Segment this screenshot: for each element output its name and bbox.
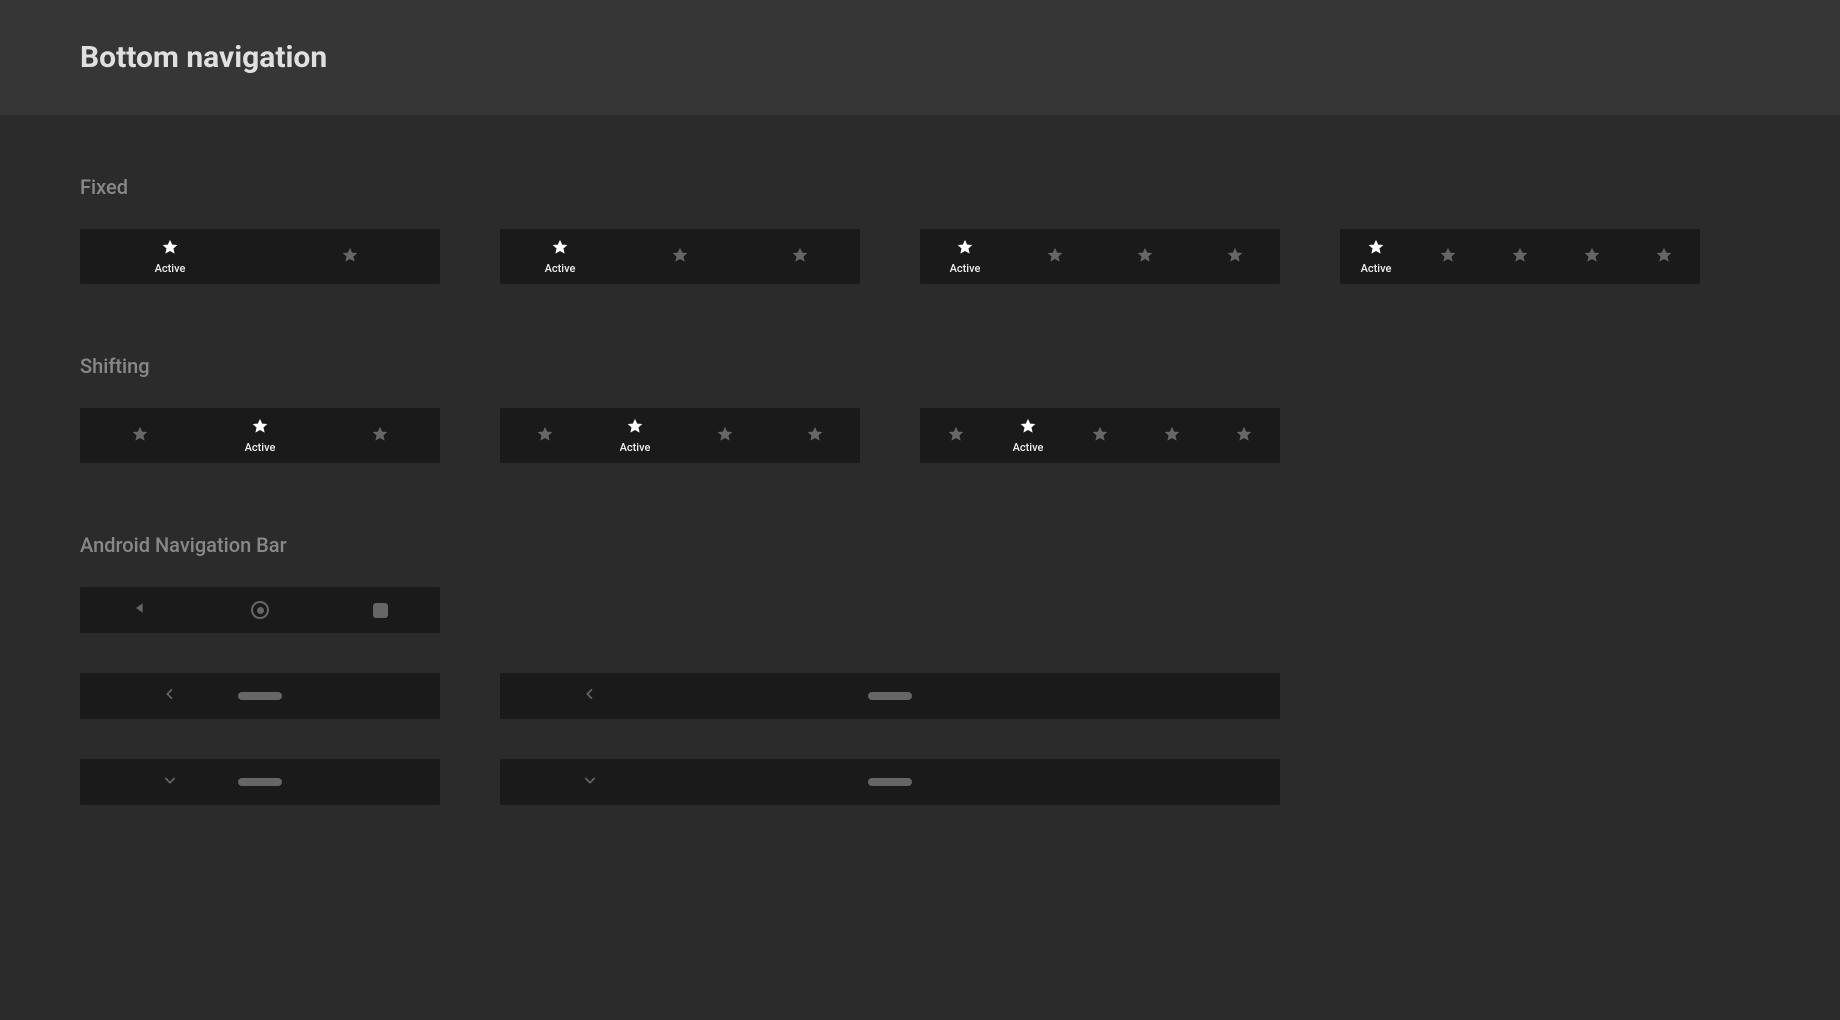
bottom-nav-fixed-2: Active [80, 229, 440, 284]
star-icon [341, 246, 359, 268]
nav-item-active[interactable]: Active [500, 238, 620, 275]
nav-item[interactable] [80, 425, 200, 447]
nav-item[interactable] [1136, 425, 1208, 447]
bottom-nav-fixed-5: Active [1340, 229, 1700, 284]
star-icon [536, 425, 554, 447]
star-icon [1136, 246, 1154, 268]
nav-item-label: Active [155, 262, 186, 275]
nav-item-active[interactable]: Active [200, 417, 320, 454]
star-icon [1583, 246, 1601, 268]
android-row-3button [80, 587, 1760, 633]
nav-item[interactable] [320, 425, 440, 447]
nav-item[interactable] [620, 246, 740, 268]
chevron-down-icon [582, 772, 598, 792]
android-nav-bar-gesture-down-small [80, 759, 440, 805]
star-icon [1046, 246, 1064, 268]
star-icon [1511, 246, 1529, 268]
nav-item[interactable] [1190, 246, 1280, 268]
nav-item-label: Active [1361, 262, 1392, 275]
star-icon [1367, 238, 1385, 260]
nav-item[interactable] [1100, 246, 1190, 268]
star-icon [806, 425, 824, 447]
chevron-left-icon [582, 686, 598, 706]
star-icon [626, 417, 644, 439]
star-icon [671, 246, 689, 268]
page-title: Bottom navigation [80, 40, 1840, 75]
nav-pill-icon[interactable] [868, 778, 912, 786]
star-icon [371, 425, 389, 447]
android-row-gesture-left [80, 673, 1760, 719]
bottom-nav-shifting-3: Active [80, 408, 440, 463]
star-icon [1163, 425, 1181, 447]
section-label-shifting: Shifting [80, 354, 1760, 378]
star-icon [1235, 425, 1253, 447]
fixed-row: Active Active Active [80, 229, 1760, 284]
nav-item-active[interactable]: Active [992, 417, 1064, 454]
nav-item-active[interactable]: Active [590, 417, 680, 454]
star-icon [1019, 417, 1037, 439]
nav-back-button[interactable] [80, 600, 200, 620]
content-area: Fixed Active Active [0, 115, 1840, 905]
chevron-down-icon [162, 772, 178, 792]
nav-item[interactable] [1556, 246, 1628, 268]
nav-item-active[interactable]: Active [920, 238, 1010, 275]
star-icon [791, 246, 809, 268]
star-icon [551, 238, 569, 260]
section-label-android: Android Navigation Bar [80, 533, 1760, 557]
nav-pill-icon[interactable] [868, 692, 912, 700]
android-nav-bar-gesture-down-large [500, 759, 1280, 805]
bottom-nav-fixed-3: Active [500, 229, 860, 284]
star-icon [947, 425, 965, 447]
nav-item[interactable] [1484, 246, 1556, 268]
android-nav-bar-gesture-left-large [500, 673, 1280, 719]
star-icon [1226, 246, 1244, 268]
star-icon [1655, 246, 1673, 268]
nav-back-button[interactable] [500, 673, 680, 719]
nav-item[interactable] [500, 425, 590, 447]
nav-recent-button[interactable] [320, 603, 440, 618]
nav-item[interactable] [1208, 425, 1280, 447]
nav-item-label: Active [950, 262, 981, 275]
shifting-row: Active Active Active [80, 408, 1760, 463]
nav-item[interactable] [1010, 246, 1100, 268]
star-icon [131, 425, 149, 447]
nav-item[interactable] [1628, 246, 1700, 268]
android-nav-bar-3button [80, 587, 440, 633]
nav-item[interactable] [680, 425, 770, 447]
nav-item[interactable] [920, 425, 992, 447]
nav-back-triangle-icon [132, 600, 148, 620]
nav-collapse-button[interactable] [80, 759, 260, 805]
bottom-nav-fixed-4: Active [920, 229, 1280, 284]
chevron-left-icon [162, 686, 178, 706]
bottom-nav-shifting-5: Active [920, 408, 1280, 463]
nav-back-button[interactable] [80, 673, 260, 719]
bottom-nav-shifting-4: Active [500, 408, 860, 463]
section-label-fixed: Fixed [80, 175, 1760, 199]
nav-home-circle-icon [251, 601, 269, 619]
star-icon [251, 417, 269, 439]
nav-recent-square-icon [373, 603, 388, 618]
star-icon [1439, 246, 1457, 268]
nav-item[interactable] [770, 425, 860, 447]
nav-item[interactable] [1412, 246, 1484, 268]
star-icon [1091, 425, 1109, 447]
nav-item-label: Active [545, 262, 576, 275]
nav-item[interactable] [260, 246, 440, 268]
nav-item-active[interactable]: Active [80, 238, 260, 275]
star-icon [161, 238, 179, 260]
nav-item[interactable] [1064, 425, 1136, 447]
nav-item-label: Active [245, 441, 276, 454]
nav-home-button[interactable] [200, 601, 320, 619]
android-nav-bar-gesture-left-small [80, 673, 440, 719]
android-row-gesture-down [80, 759, 1760, 805]
nav-item-label: Active [620, 441, 651, 454]
nav-item[interactable] [740, 246, 860, 268]
nav-item-label: Active [1013, 441, 1044, 454]
star-icon [716, 425, 734, 447]
nav-item-active[interactable]: Active [1340, 238, 1412, 275]
nav-collapse-button[interactable] [500, 759, 680, 805]
star-icon [956, 238, 974, 260]
page-header: Bottom navigation [0, 0, 1840, 115]
